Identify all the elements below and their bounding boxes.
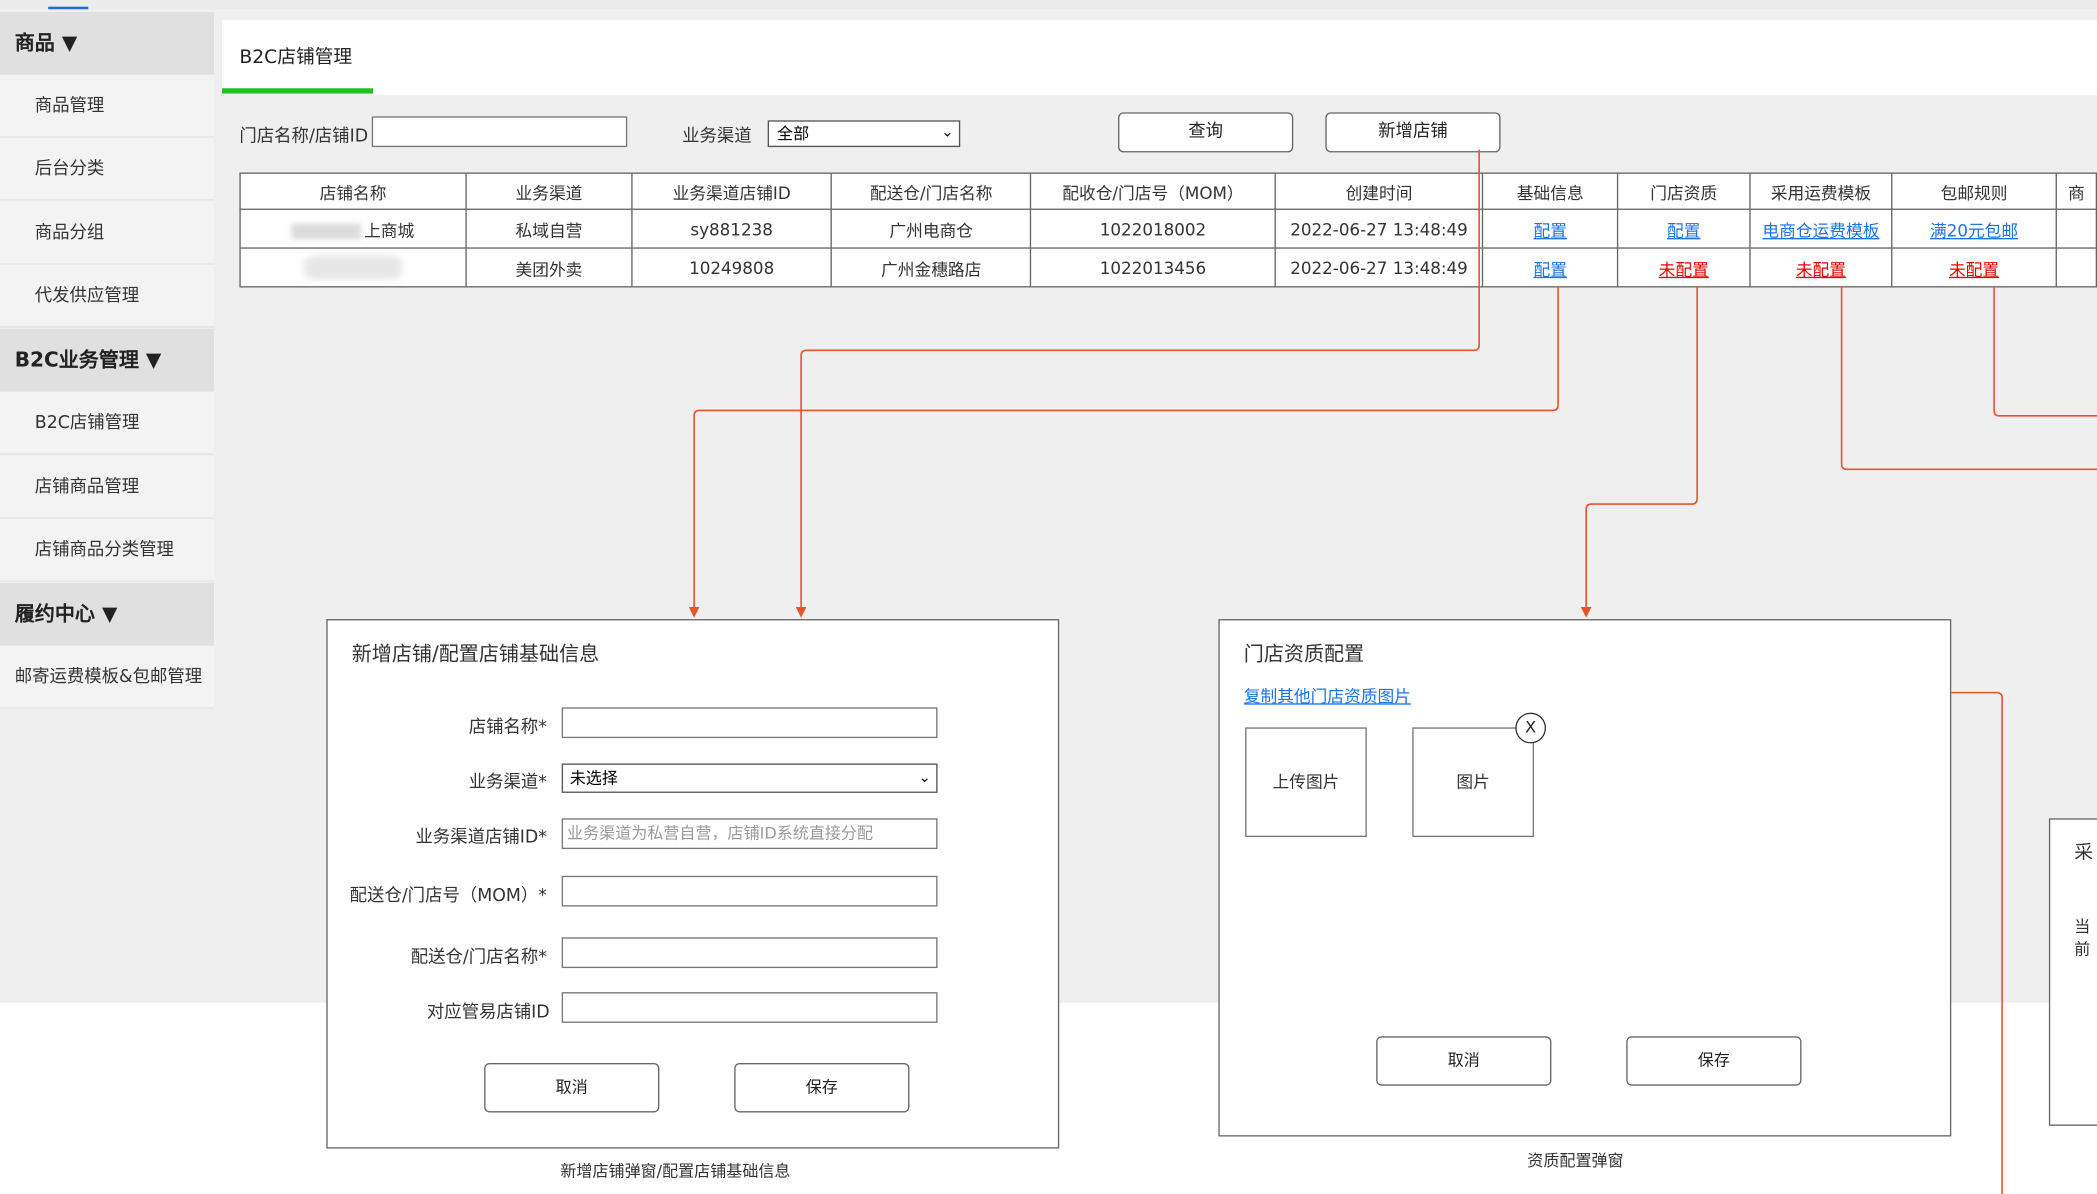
save-button[interactable]: 保存 [1626,1036,1802,1086]
guanyi-store-id-field[interactable] [561,992,938,1023]
close-icon[interactable]: X [1515,712,1547,744]
cancel-button[interactable]: 取消 [484,1062,660,1113]
channel-label: 业务渠道* [468,772,547,793]
connector-free-shipping [1993,286,2097,417]
qualification-dialog-title: 门店资质配置 [1243,641,1365,666]
shipping-template-dialog-text: 当前 [2074,917,2091,959]
store-name-field[interactable] [561,707,938,739]
qualification-dialog-caption: 资质配置弹窗 [1527,1151,1624,1170]
add-store-dialog-title: 新增店铺/配置店铺基础信息 [351,641,600,666]
guanyi-store-id-label: 对应管易店铺ID [426,1002,550,1023]
add-store-dialog-caption: 新增店铺弹窗/配置店铺基础信息 [560,1161,791,1181]
connector-shipping-template [1840,286,2097,471]
channel-store-id-field[interactable]: 业务渠道为私营自营，店铺ID系统直接分配 [561,818,938,850]
save-button[interactable]: 保存 [734,1062,910,1113]
warehouse-name-field[interactable] [561,937,938,969]
qualification-image-thumbnail: 图片 [1412,727,1534,838]
copy-qualification-images-link[interactable]: 复制其他门店资质图片 [1244,682,1411,707]
warehouse-name-label: 配送仓/门店名称* [410,948,547,969]
upload-image-button[interactable]: 上传图片 [1245,727,1367,838]
screenshot-stage: 商品 ▼ 商品管理 后台分类 商品分组 代发供应管理 B2C业务管理 ▼ B2C… [0,0,2097,1194]
connector-basic-config [688,286,1559,618]
mom-field[interactable] [561,875,938,907]
channel-select[interactable]: 未选择 ⌄ [561,763,938,793]
connector-qualification [1580,286,1698,618]
channel-store-id-label: 业务渠道店铺ID* [415,827,547,848]
mom-label: 配送仓/门店号（MOM）* [349,886,547,907]
cancel-button[interactable]: 取消 [1376,1036,1552,1086]
shipping-template-dialog-title: 采 [2074,842,2094,864]
channel-select-value: 未选择 [569,768,618,788]
connector-add-store [795,149,1480,618]
store-name-label: 店铺名称* [468,718,547,739]
app-root: 商品 ▼ 商品管理 后台分类 商品分组 代发供应管理 B2C业务管理 ▼ B2C… [0,0,2097,1194]
chevron-down-icon: ⌄ [918,768,931,787]
